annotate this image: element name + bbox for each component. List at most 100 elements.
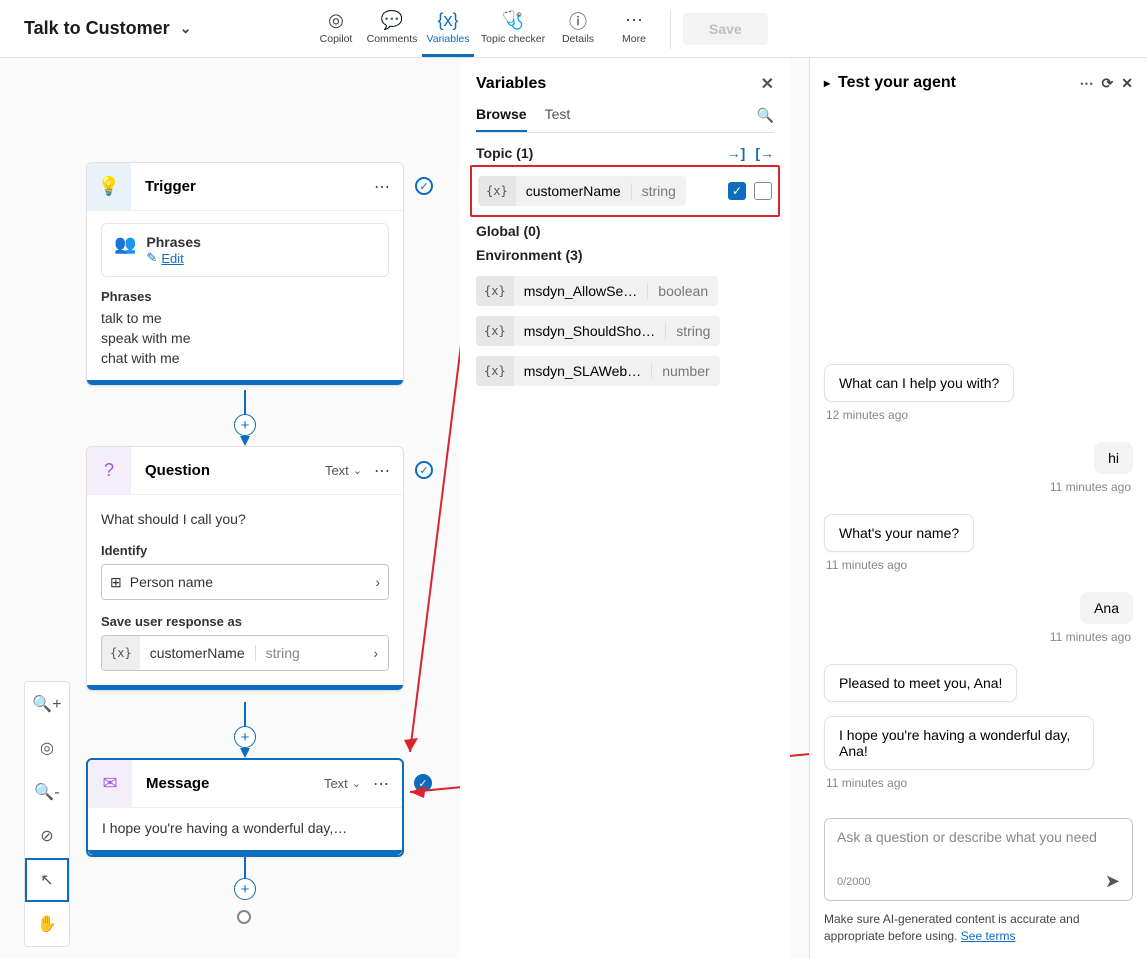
disclaimer-text: Make sure AI-generated content is accura… bbox=[824, 912, 1080, 943]
import-icon[interactable]: →] bbox=[727, 145, 746, 161]
chevron-right-icon: › bbox=[375, 574, 380, 590]
edit-phrases-link[interactable]: Edit bbox=[161, 251, 183, 266]
save-as-variable-field[interactable]: {x} customerName string › bbox=[101, 635, 389, 671]
chevron-right-icon[interactable]: ▸ bbox=[824, 76, 830, 90]
fit-button[interactable]: ◎ bbox=[25, 726, 69, 770]
tab-details-label: Details bbox=[562, 33, 594, 45]
test-pane-title: Test your agent bbox=[838, 74, 956, 92]
timestamp: 11 minutes ago bbox=[1050, 480, 1131, 494]
tab-copilot[interactable]: ◎ Copilot bbox=[310, 0, 362, 57]
variable-icon: {x} bbox=[478, 176, 516, 206]
select-tool-button[interactable]: ↖ bbox=[25, 858, 69, 902]
close-icon[interactable]: ✕ bbox=[1121, 75, 1133, 92]
timestamp: 11 minutes ago bbox=[826, 776, 907, 790]
search-icon[interactable]: 🔍 bbox=[757, 107, 774, 132]
variables-panel-title: Variables bbox=[476, 75, 546, 93]
status-ok-filled-icon: ✓ bbox=[414, 774, 432, 792]
save-as-var-type: string bbox=[255, 645, 310, 661]
user-message: Ana bbox=[1080, 592, 1133, 624]
reset-button[interactable]: ⊘ bbox=[25, 814, 69, 858]
more-icon: ⋯ bbox=[625, 10, 643, 32]
tab-more-label: More bbox=[622, 33, 646, 45]
variable-row[interactable]: {x}msdyn_SLAWeb…number bbox=[476, 351, 774, 391]
vars-tab-browse[interactable]: Browse bbox=[476, 106, 527, 132]
topic-group-label: Topic (1) bbox=[476, 145, 533, 161]
node-question[interactable]: ? Question Text ⌄ ⋯ What should I call y… bbox=[86, 446, 404, 691]
save-button[interactable]: Save bbox=[683, 13, 768, 45]
identify-label: Identify bbox=[101, 543, 389, 558]
tab-topic-checker-label: Topic checker bbox=[481, 33, 545, 45]
variables-panel: Variables ✕ Browse Test 🔍 Topic (1) →] [… bbox=[460, 58, 790, 959]
bot-message: What's your name? bbox=[824, 514, 974, 552]
refresh-icon[interactable]: ⟳ bbox=[1102, 75, 1114, 92]
bot-message: What can I help you with? bbox=[824, 364, 1014, 402]
add-node-button[interactable]: + bbox=[234, 414, 256, 436]
tab-more[interactable]: ⋯ More bbox=[608, 0, 660, 57]
node-trigger-title: Trigger bbox=[131, 178, 362, 195]
tab-copilot-label: Copilot bbox=[320, 33, 353, 45]
see-terms-link[interactable]: See terms bbox=[961, 929, 1016, 943]
more-icon[interactable]: ⋯ bbox=[1080, 75, 1094, 92]
bot-message: Pleased to meet you, Ana! bbox=[824, 664, 1017, 702]
details-icon: ⓘ bbox=[569, 10, 587, 32]
topic-checker-icon: 🩺 bbox=[502, 10, 524, 32]
pan-tool-button[interactable]: ✋ bbox=[25, 902, 69, 946]
var-input-checkbox[interactable]: ✓ bbox=[728, 182, 746, 200]
node-message-menu[interactable]: ⋯ bbox=[361, 774, 402, 794]
vars-tab-test[interactable]: Test bbox=[545, 106, 571, 132]
save-as-label: Save user response as bbox=[101, 614, 389, 629]
status-ok-icon: ✓ bbox=[415, 461, 433, 479]
message-type[interactable]: Text ⌄ bbox=[324, 776, 361, 791]
variable-row[interactable]: {x}msdyn_ShouldSho…string bbox=[476, 311, 774, 351]
variables-icon: {x} bbox=[437, 10, 458, 32]
tab-variables-label: Variables bbox=[427, 33, 470, 45]
variable-icon: {x} bbox=[102, 636, 140, 670]
tab-comments-label: Comments bbox=[367, 33, 418, 45]
global-group-label: Global (0) bbox=[476, 223, 541, 239]
phrase-item: speak with me bbox=[101, 330, 389, 346]
zoom-in-button[interactable]: 🔍+ bbox=[25, 682, 69, 726]
node-question-menu[interactable]: ⋯ bbox=[362, 461, 403, 481]
close-icon[interactable]: ✕ bbox=[761, 74, 774, 94]
zoom-out-button[interactable]: 🔍- bbox=[25, 770, 69, 814]
node-message[interactable]: ✉ Message Text ⌄ ⋯ I hope you're having … bbox=[86, 758, 404, 857]
export-icon[interactable]: [→ bbox=[755, 145, 774, 161]
variable-type: string bbox=[631, 183, 676, 199]
edit-icon: ✎ bbox=[146, 250, 157, 266]
node-trigger-menu[interactable]: ⋯ bbox=[362, 177, 403, 197]
variable-row-customerName[interactable]: {x} customerName string ✓ bbox=[478, 171, 772, 211]
env-group-label: Environment (3) bbox=[476, 247, 583, 263]
entity-icon: ⊞ bbox=[110, 574, 122, 591]
phrase-item: talk to me bbox=[101, 310, 389, 326]
save-as-var-name: customerName bbox=[140, 645, 255, 661]
tab-variables[interactable]: {x} Variables bbox=[422, 0, 474, 57]
bot-message: I hope you're having a wonderful day, An… bbox=[824, 716, 1094, 770]
phrases-header: Phrases bbox=[101, 289, 389, 304]
title-chevron-icon[interactable]: ⌄ bbox=[180, 20, 192, 37]
comments-icon: 💬 bbox=[381, 10, 403, 32]
phrases-label: Phrases bbox=[146, 234, 376, 250]
question-type[interactable]: Text ⌄ bbox=[325, 463, 362, 478]
identify-value: Person name bbox=[130, 574, 213, 590]
question-prompt: What should I call you? bbox=[101, 511, 389, 527]
add-node-button[interactable]: + bbox=[234, 878, 256, 900]
node-trigger[interactable]: 💡 Trigger ⋯ 👥 Phrases ✎ Edit Phrases tal… bbox=[86, 162, 404, 386]
timestamp: 12 minutes ago bbox=[826, 408, 908, 422]
add-node-button[interactable]: + bbox=[234, 726, 256, 748]
phrase-item: chat with me bbox=[101, 350, 389, 366]
message-icon: ✉ bbox=[88, 760, 132, 808]
chevron-down-icon: ⌄ bbox=[353, 464, 362, 477]
status-ok-icon: ✓ bbox=[415, 177, 433, 195]
test-input[interactable]: Ask a question or describe what you need… bbox=[824, 818, 1133, 901]
chevron-down-icon: ⌄ bbox=[352, 777, 361, 790]
var-output-checkbox[interactable] bbox=[754, 182, 772, 200]
identify-field[interactable]: ⊞ Person name › bbox=[101, 564, 389, 600]
send-icon[interactable]: ➤ bbox=[1105, 871, 1120, 892]
tab-topic-checker[interactable]: 🩺 Topic checker bbox=[478, 0, 548, 57]
user-message: hi bbox=[1094, 442, 1133, 474]
char-counter: 0/2000 bbox=[837, 876, 871, 888]
variable-row[interactable]: {x}msdyn_AllowSe…boolean bbox=[476, 271, 774, 311]
tab-comments[interactable]: 💬 Comments bbox=[366, 0, 418, 57]
tab-details[interactable]: ⓘ Details bbox=[552, 0, 604, 57]
copilot-icon: ◎ bbox=[328, 10, 344, 32]
